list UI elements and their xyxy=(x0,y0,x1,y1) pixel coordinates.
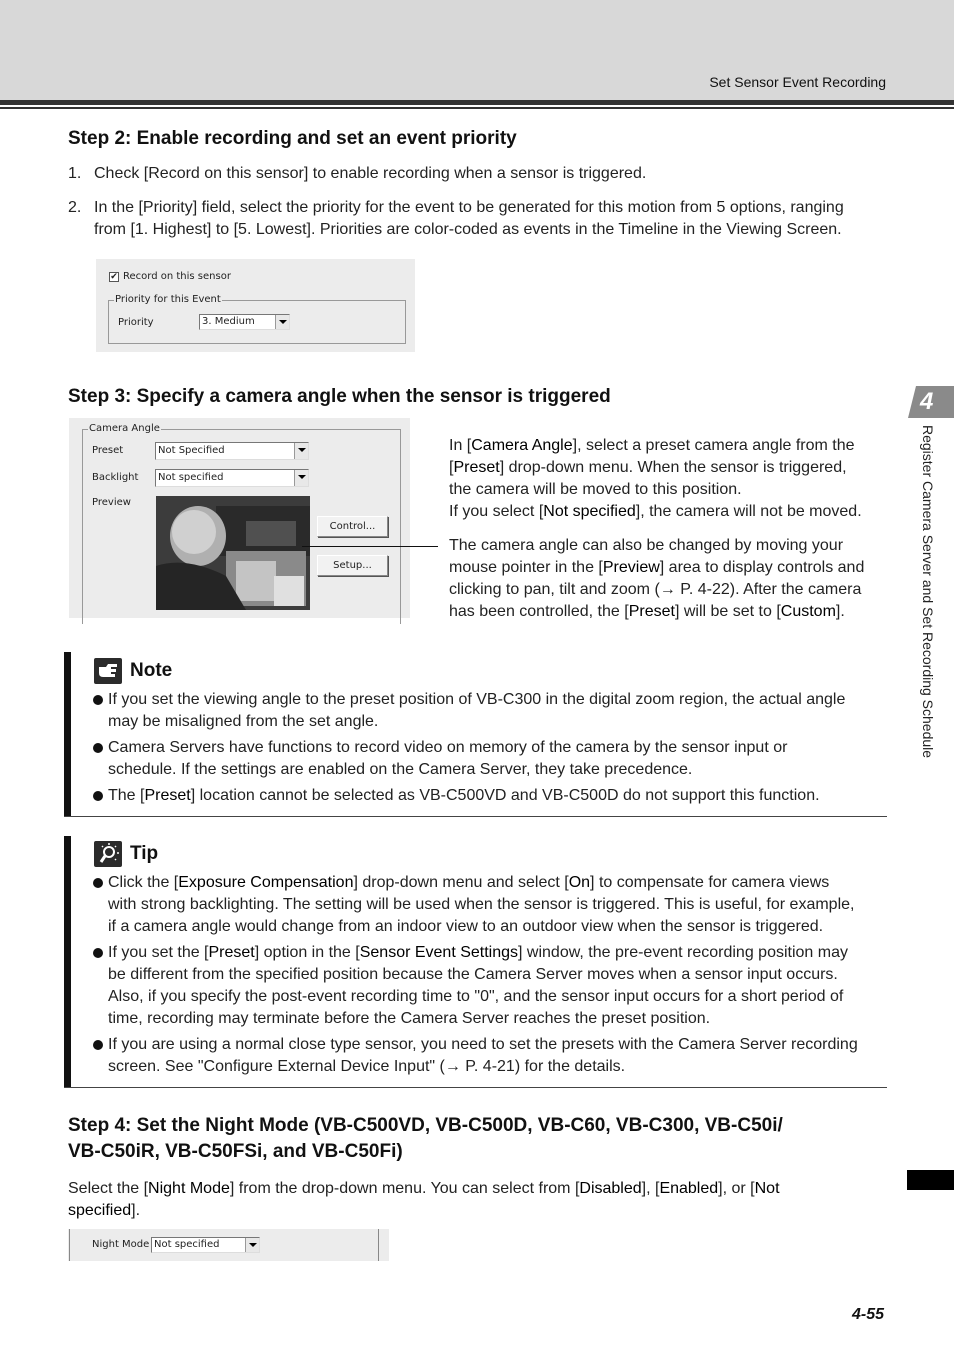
note-bar xyxy=(64,652,71,816)
step4-heading-line1: Step 4: Set the Night Mode (VB-C500VD, V… xyxy=(68,1115,783,1136)
tip-item: If you are using a normal close type sen… xyxy=(93,1034,888,1078)
priority-label: Priority xyxy=(118,317,154,328)
night-mode-dialog: Night Mode Not specified xyxy=(68,1229,389,1261)
control-button[interactable]: Control... xyxy=(317,516,388,537)
lightbulb-icon xyxy=(94,841,122,867)
chapter-tab: 4 xyxy=(908,386,954,418)
tip-item: If you set the [Preset] option in the [S… xyxy=(93,942,888,1030)
preview-label: Preview xyxy=(92,497,131,508)
record-on-sensor-label: Record on this sensor xyxy=(123,271,231,282)
step2-item2-line2: from [1. Highest] to [5. Lowest]. Priori… xyxy=(94,221,842,238)
dialog-divider xyxy=(378,1229,379,1261)
priority-dropdown[interactable]: 3. Medium xyxy=(199,314,290,330)
step2-item2-line1: In the [Priority] field, select the prio… xyxy=(94,199,844,216)
page-number: 4-55 xyxy=(851,1306,884,1323)
chevron-down-icon[interactable] xyxy=(275,315,289,329)
tip-item: Click the [Exposure Compensation] drop-d… xyxy=(93,872,888,938)
priority-group-label: Priority for this Event xyxy=(114,294,222,305)
chevron-down-icon[interactable] xyxy=(245,1238,259,1252)
chapter-title-vertical: Register Camera Server and Set Recording… xyxy=(920,425,936,759)
step4-paragraph: Select the [Night Mode] from the drop-do… xyxy=(68,1180,780,1219)
callout-line xyxy=(302,546,438,547)
tip-bar xyxy=(64,836,71,1088)
chapter-number: 4 xyxy=(920,388,934,415)
chevron-down-icon[interactable] xyxy=(294,470,308,486)
step2-item2-number: 2. xyxy=(68,199,82,216)
priority-value: 3. Medium xyxy=(202,316,255,327)
note-item: Camera Servers have functions to record … xyxy=(93,737,888,781)
step2-item1-number: 1. xyxy=(68,165,82,182)
preset-value: Not Specified xyxy=(158,445,225,456)
tip-bottom-rule xyxy=(64,1087,887,1088)
note-bottom-rule xyxy=(64,816,887,817)
camera-preview-image[interactable] xyxy=(156,496,310,610)
header-rule-thin xyxy=(0,107,954,109)
checkmark-icon: ✔ xyxy=(110,272,118,282)
step3-heading: Step 3: Specify a camera angle when the … xyxy=(68,386,611,407)
night-mode-value: Not specified xyxy=(154,1239,220,1250)
pointing-hand-icon xyxy=(94,658,122,684)
night-mode-dropdown[interactable]: Not specified xyxy=(151,1237,260,1253)
note-heading: Note xyxy=(94,658,172,684)
step2-item1-text: Check [Record on this sensor] to enable … xyxy=(94,165,647,182)
step4-heading-line2: VB-C50iR, VB-C50FSi, and VB-C50Fi) xyxy=(68,1141,403,1162)
note-item: If you set the viewing angle to the pres… xyxy=(93,689,888,733)
camera-angle-group-label: Camera Angle xyxy=(88,423,161,434)
record-on-sensor-checkbox[interactable]: ✔ xyxy=(109,272,119,282)
priority-dialog: ✔ Record on this sensor Priority for thi… xyxy=(96,259,415,352)
backlight-value: Not specified xyxy=(158,472,224,483)
dialog-divider xyxy=(69,1229,70,1261)
thumb-index-marker xyxy=(907,1170,954,1190)
camera-angle-paragraph: In [Camera Angle], select a preset camer… xyxy=(449,437,862,520)
preview-photo xyxy=(156,496,310,610)
setup-button[interactable]: Setup... xyxy=(317,555,388,576)
chevron-down-icon[interactable] xyxy=(294,443,308,459)
preset-label: Preset xyxy=(92,445,124,456)
preview-control-paragraph: The camera angle can also be changed by … xyxy=(449,537,865,620)
preset-dropdown[interactable]: Not Specified xyxy=(155,442,309,460)
step2-heading: Step 2: Enable recording and set an even… xyxy=(68,128,517,149)
header-rule-thick xyxy=(0,100,954,105)
note-item: The [Preset] location cannot be selected… xyxy=(93,785,888,807)
running-header-title: Set Sensor Event Recording xyxy=(709,74,886,90)
backlight-dropdown[interactable]: Not specified xyxy=(155,469,309,487)
tip-heading: Tip xyxy=(94,841,158,867)
night-mode-label: Night Mode xyxy=(92,1239,150,1250)
backlight-label: Backlight xyxy=(92,472,139,483)
